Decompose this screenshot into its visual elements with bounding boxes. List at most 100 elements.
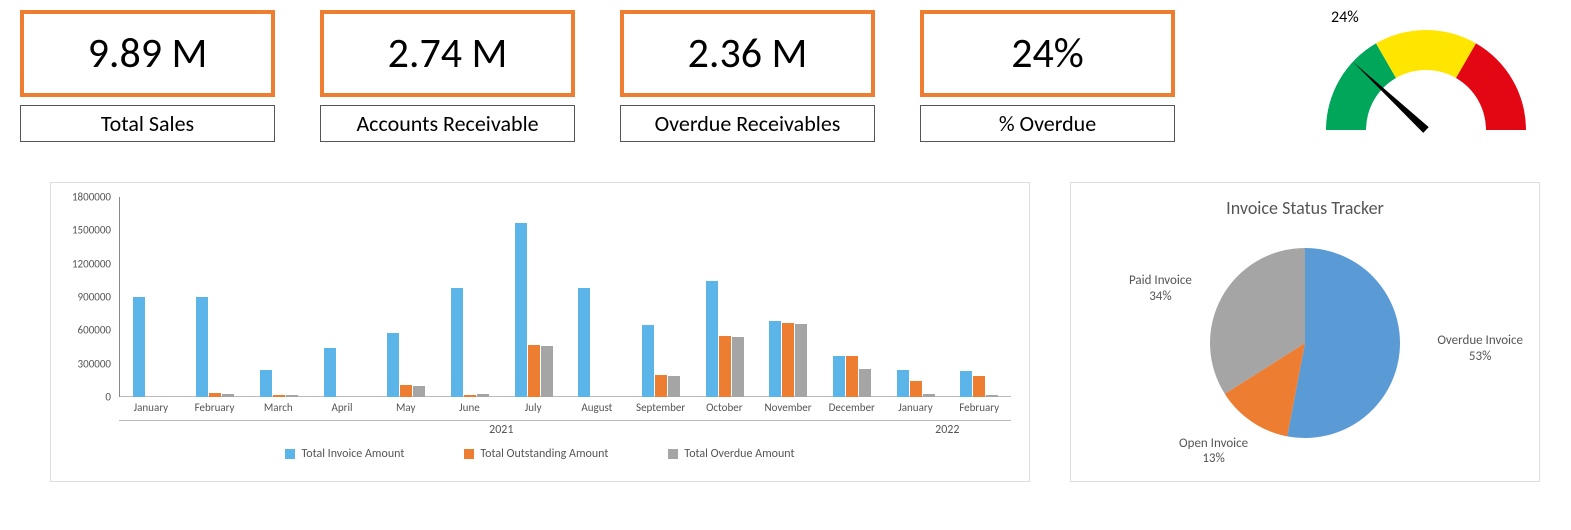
bar-plot-area: 0300000600000900000120000015000001800000 xyxy=(119,197,1011,397)
kpi-label: % Overdue xyxy=(920,105,1175,142)
bar-group xyxy=(375,197,439,397)
bar xyxy=(960,371,972,397)
bar xyxy=(451,288,463,397)
charts-row: 0300000600000900000120000015000001800000… xyxy=(10,182,1561,482)
bar xyxy=(642,325,654,397)
bar-legend: Total Invoice Amount Total Outstanding A… xyxy=(59,447,1021,461)
bar xyxy=(897,370,909,397)
legend-label: Total Invoice Amount xyxy=(301,447,404,461)
x-tick-label: October xyxy=(692,397,756,414)
bar xyxy=(222,394,234,397)
bar xyxy=(133,297,145,397)
kpi-row: 9.89 M Total Sales 2.74 M Accounts Recei… xyxy=(10,10,1561,142)
gauge-label: 24% xyxy=(1331,8,1359,27)
kpi-label: Total Sales xyxy=(20,105,275,142)
bar xyxy=(833,356,845,397)
bar xyxy=(400,385,412,397)
bar-group xyxy=(247,197,311,397)
x-tick-label: January xyxy=(119,397,183,414)
legend-swatch-icon xyxy=(285,449,295,459)
pie-icon xyxy=(1205,243,1405,443)
bar xyxy=(719,336,731,397)
bar-group xyxy=(502,197,566,397)
kpi-value: 2.36 M xyxy=(620,10,875,97)
bar xyxy=(273,395,285,397)
bar-group xyxy=(756,197,820,397)
pie-chart: Invoice Status Tracker Overdue Invoice 5… xyxy=(1070,182,1540,482)
bar xyxy=(413,386,425,397)
x-tick-label: January xyxy=(884,397,948,414)
bar xyxy=(782,323,794,397)
x-tick-label: March xyxy=(246,397,310,414)
x-tick-label: May xyxy=(374,397,438,414)
year-label: 2021 xyxy=(119,420,884,437)
bar xyxy=(541,346,553,397)
bar-group xyxy=(884,197,948,397)
bar xyxy=(578,288,590,397)
bar-group xyxy=(184,197,248,397)
bar-group xyxy=(629,197,693,397)
legend-label: Total Outstanding Amount xyxy=(480,447,608,461)
x-tick-label: June xyxy=(438,397,502,414)
bar xyxy=(668,376,680,397)
kpi-percent-overdue: 24% % Overdue xyxy=(920,10,1175,142)
legend-swatch-icon xyxy=(668,449,678,459)
bar xyxy=(387,333,399,397)
bar-group xyxy=(947,197,1011,397)
bar xyxy=(655,375,667,397)
x-axis: JanuaryFebruaryMarchAprilMayJuneJulyAugu… xyxy=(119,397,1011,414)
gauge-chart: 24% xyxy=(1301,10,1561,140)
bar xyxy=(859,369,871,397)
bar xyxy=(706,281,718,397)
bar xyxy=(477,394,489,397)
kpi-accounts-receivable: 2.74 M Accounts Receivable xyxy=(320,10,575,142)
bar xyxy=(528,345,540,397)
bar xyxy=(732,337,744,397)
bar xyxy=(260,370,272,397)
kpi-value: 9.89 M xyxy=(20,10,275,97)
bar xyxy=(986,395,998,397)
bar-group xyxy=(565,197,629,397)
pie-body: Overdue Invoice 53% Open Invoice 13% Pai… xyxy=(1079,223,1531,463)
x-tick-label: December xyxy=(820,397,884,414)
x-tick-label: July xyxy=(501,397,565,414)
bar xyxy=(910,381,922,397)
gauge-icon xyxy=(1301,10,1551,140)
legend-item: Total Outstanding Amount xyxy=(464,447,608,461)
x-tick-label: April xyxy=(310,397,374,414)
kpi-label: Accounts Receivable xyxy=(320,105,575,142)
bar-group xyxy=(438,197,502,397)
legend-label: Total Overdue Amount xyxy=(684,447,794,461)
bar xyxy=(209,393,221,397)
x-tick-label: November xyxy=(756,397,820,414)
bar xyxy=(324,348,336,397)
kpi-label: Overdue Receivables xyxy=(620,105,875,142)
bar-group xyxy=(311,197,375,397)
bar-chart: 0300000600000900000120000015000001800000… xyxy=(50,182,1030,482)
bar xyxy=(846,356,858,397)
y-axis: 0300000600000900000120000015000001800000 xyxy=(60,197,115,397)
bar-group xyxy=(693,197,757,397)
bar-group xyxy=(820,197,884,397)
pie-slice-label: Paid Invoice 34% xyxy=(1129,273,1192,304)
x-tick-label: August xyxy=(565,397,629,414)
bar xyxy=(923,394,935,397)
bar xyxy=(464,395,476,397)
bar xyxy=(973,376,985,397)
bar xyxy=(515,223,527,397)
pie-slice-label: Open Invoice 13% xyxy=(1179,436,1248,467)
bar xyxy=(286,395,298,397)
x-tick-label: February xyxy=(183,397,247,414)
bar-group xyxy=(120,197,184,397)
legend-item: Total Overdue Amount xyxy=(668,447,794,461)
year-label: 2022 xyxy=(884,420,1011,437)
bar xyxy=(795,324,807,397)
kpi-total-sales: 9.89 M Total Sales xyxy=(20,10,275,142)
kpi-value: 2.74 M xyxy=(320,10,575,97)
pie-slice-label: Overdue Invoice 53% xyxy=(1437,333,1523,364)
kpi-value: 24% xyxy=(920,10,1175,97)
pie-title: Invoice Status Tracker xyxy=(1079,197,1531,219)
x-axis-years: 2021 2022 xyxy=(119,414,1011,437)
x-tick-label: February xyxy=(947,397,1011,414)
bar xyxy=(769,321,781,397)
